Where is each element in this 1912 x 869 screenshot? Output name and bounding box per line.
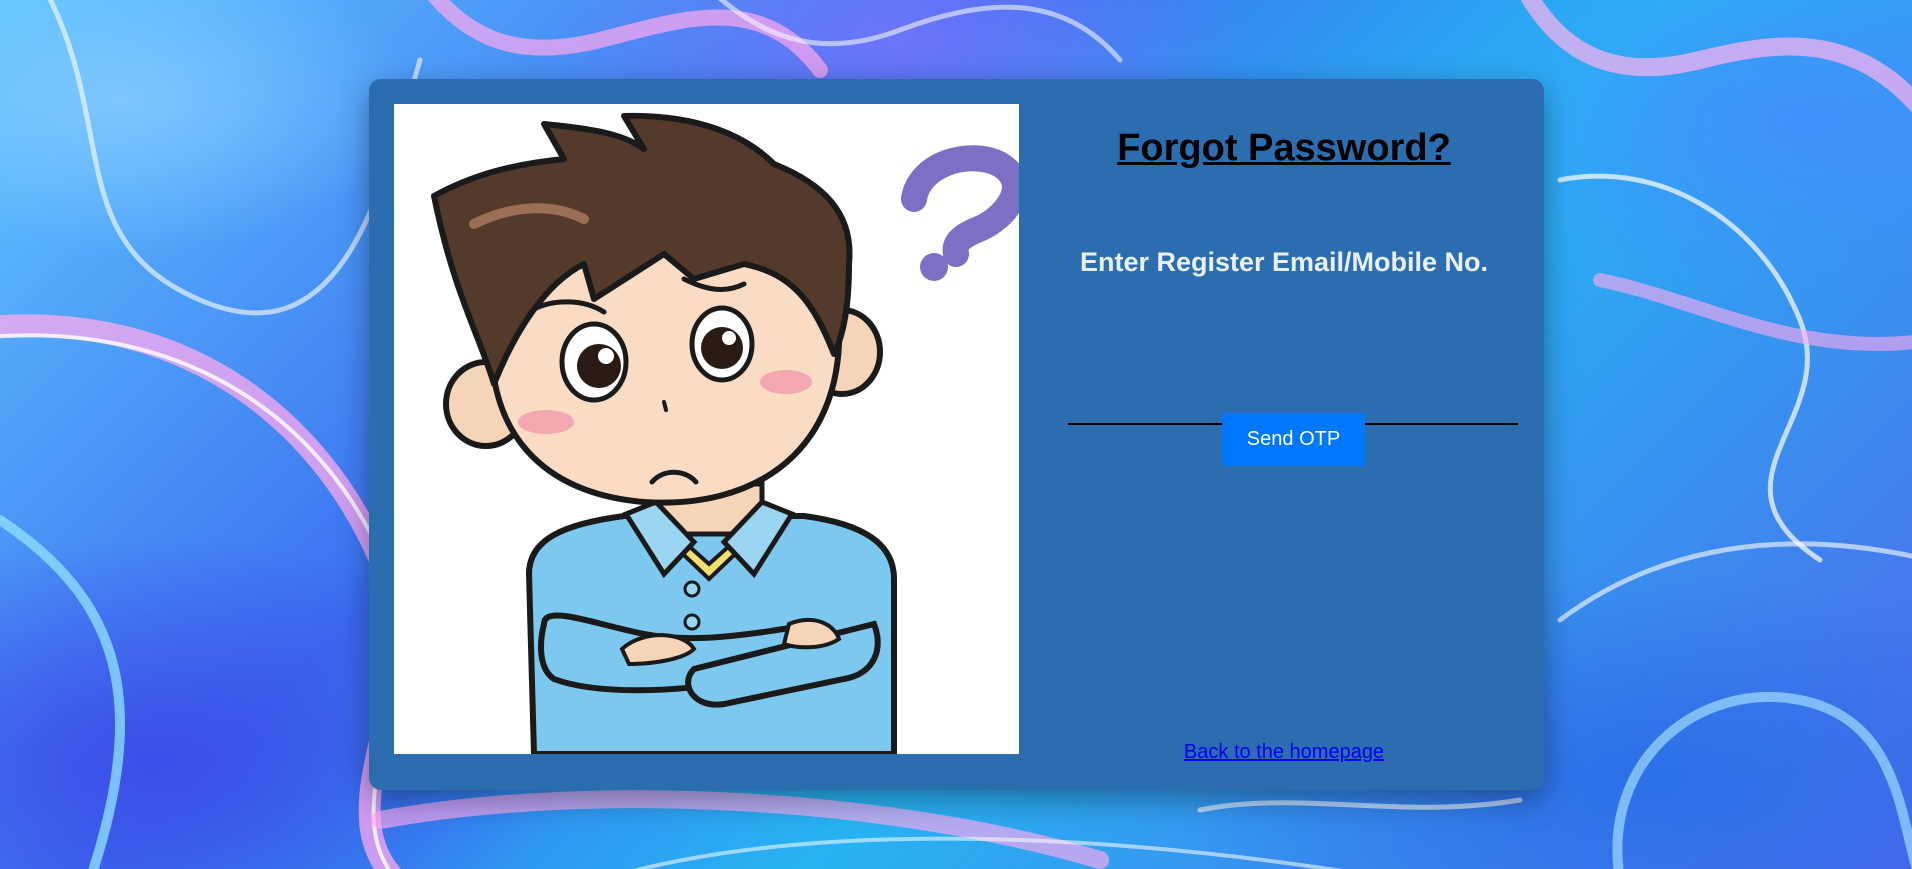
forgot-password-form: Forgot Password? Enter Register Email/Mo… <box>1049 79 1519 790</box>
confused-boy-icon <box>431 112 1019 754</box>
send-otp-button[interactable]: Send OTP <box>1222 413 1365 466</box>
page-title: Forgot Password? <box>1117 127 1451 169</box>
back-to-homepage-link[interactable]: Back to the homepage <box>1049 741 1519 764</box>
confused-boy-illustration <box>394 104 1019 754</box>
forgot-password-card: Forgot Password? Enter Register Email/Mo… <box>369 79 1544 790</box>
question-mark-icon <box>901 145 1019 281</box>
email-mobile-label: Enter Register Email/Mobile No. <box>1079 247 1489 277</box>
